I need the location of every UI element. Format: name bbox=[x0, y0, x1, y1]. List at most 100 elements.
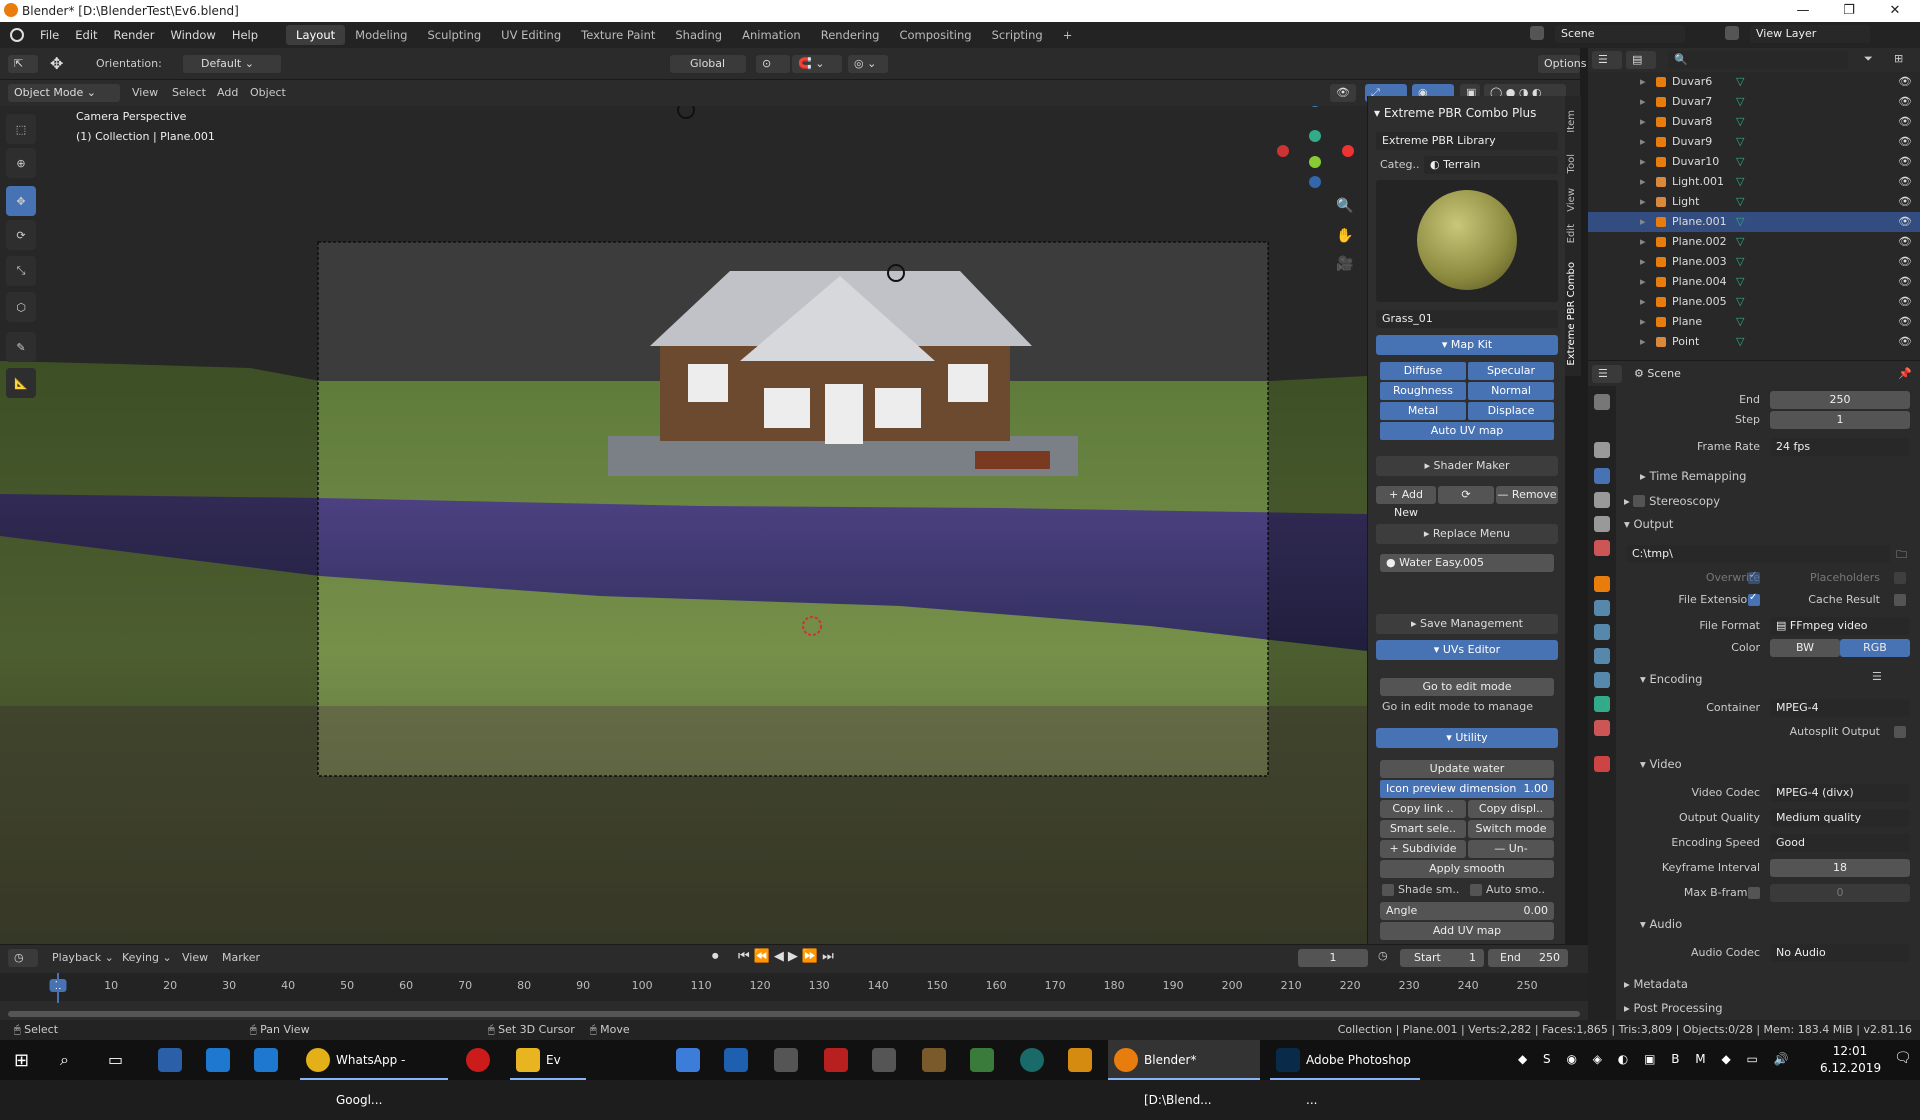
search-icon[interactable]: ⌕ bbox=[60, 1050, 69, 1070]
current-frame-field[interactable]: 1 bbox=[1298, 949, 1368, 967]
pin-icon[interactable]: 📌 bbox=[1898, 367, 1912, 380]
encoding-speed-dropdown[interactable]: Good bbox=[1770, 834, 1910, 852]
category-dropdown[interactable]: ◐ Terrain bbox=[1424, 156, 1558, 174]
taskbar-blender[interactable]: Blender* [D:\Blend... bbox=[1108, 1040, 1260, 1107]
system-tray-icons[interactable]: ◆ S ◉ ◈ ◐ ▣ B M ◆ ▭ 🔊 bbox=[1518, 1052, 1795, 1066]
physics-tab-icon[interactable] bbox=[1594, 648, 1610, 664]
max-bframes-field[interactable]: 0 bbox=[1770, 884, 1910, 902]
options-dropdown[interactable]: Options bbox=[1538, 55, 1586, 73]
audio-panel[interactable]: ▾ Audio bbox=[1640, 917, 1682, 931]
remove-button[interactable]: — Remove bbox=[1496, 486, 1558, 504]
tab-layout[interactable]: Layout bbox=[286, 25, 346, 45]
mail-icon[interactable] bbox=[774, 1048, 798, 1072]
auto-keying-clock-icon[interactable]: ◷ bbox=[1378, 949, 1388, 962]
autosplit-checkbox[interactable] bbox=[1894, 726, 1906, 738]
expand-arrow-icon[interactable]: ▸ bbox=[1640, 132, 1646, 152]
modifier-tab-icon[interactable] bbox=[1594, 600, 1610, 616]
outliner-row[interactable]: ▸ Light.001 ▽ 👁 bbox=[1588, 172, 1920, 192]
opera-icon[interactable] bbox=[466, 1048, 490, 1072]
container-dropdown[interactable]: MPEG-4 bbox=[1770, 699, 1910, 717]
metadata-panel[interactable]: ▸ Metadata bbox=[1624, 977, 1688, 991]
snap-toggle[interactable]: 🧲 ⌄ bbox=[792, 55, 842, 73]
select-box-icon[interactable]: ⬚ bbox=[6, 114, 36, 144]
tab-tool[interactable]: Tool bbox=[1566, 154, 1580, 173]
app-icon-4[interactable] bbox=[970, 1048, 994, 1072]
shader-maker-header[interactable]: ▸ Shader Maker bbox=[1376, 456, 1558, 476]
outliner-row[interactable]: ▸ Plane.004 ▽ 👁 bbox=[1588, 272, 1920, 292]
filter-view-icon[interactable]: ▤ bbox=[1626, 51, 1656, 69]
output-quality-dropdown[interactable]: Medium quality bbox=[1770, 809, 1910, 827]
tab-modeling[interactable]: Modeling bbox=[345, 25, 417, 45]
visibility-eye-icon[interactable]: 👁 bbox=[1898, 332, 1912, 352]
pan-hand-icon[interactable]: ✋ bbox=[1336, 228, 1353, 244]
uvs-editor-header[interactable]: ▾ UVs Editor bbox=[1376, 640, 1558, 660]
tab-item[interactable]: Item bbox=[1566, 110, 1580, 133]
tool-selector-icon[interactable]: ⇱ bbox=[8, 55, 38, 73]
stereoscopy-checkbox[interactable] bbox=[1633, 495, 1646, 507]
visibility-eye-icon[interactable]: 👁 bbox=[1898, 112, 1912, 132]
filter-icon[interactable]: ⏷ bbox=[1864, 52, 1873, 66]
expand-arrow-icon[interactable]: ▸ bbox=[1640, 212, 1646, 232]
utility-header[interactable]: ▾ Utility bbox=[1376, 728, 1558, 748]
material-name-field[interactable]: Grass_01 bbox=[1376, 310, 1558, 328]
timeline-menu-marker[interactable]: Marker bbox=[222, 951, 260, 964]
keyframe-interval-field[interactable]: 18 bbox=[1770, 859, 1910, 877]
blender-menu-icon[interactable] bbox=[10, 28, 24, 42]
tab-edit[interactable]: Edit bbox=[1566, 224, 1580, 243]
water-material-slot[interactable]: ● Water Easy.005 bbox=[1380, 554, 1554, 572]
save-management-header[interactable]: ▸ Save Management bbox=[1376, 614, 1558, 634]
shade-smooth-checkbox[interactable] bbox=[1382, 884, 1394, 896]
visibility-eye-icon[interactable]: 👁 bbox=[1898, 172, 1912, 192]
switch-mode-button[interactable]: Switch mode bbox=[1468, 820, 1554, 838]
expand-arrow-icon[interactable]: ▸ bbox=[1640, 252, 1646, 272]
apply-smooth-button[interactable]: Apply smooth bbox=[1380, 860, 1554, 878]
auto-uv-map-button[interactable]: Auto UV map bbox=[1380, 422, 1554, 440]
app-icon-3[interactable] bbox=[922, 1048, 946, 1072]
visibility-eye-icon[interactable]: 👁 bbox=[1898, 72, 1912, 92]
pivot-point-button[interactable]: ⊙ bbox=[756, 55, 790, 73]
panel-header[interactable]: ▾ Extreme PBR Combo Plus bbox=[1374, 106, 1536, 120]
visibility-eye-icon[interactable]: 👁 bbox=[1898, 92, 1912, 112]
expand-arrow-icon[interactable]: ▸ bbox=[1640, 312, 1646, 332]
annotate-tool-icon[interactable]: ✎ bbox=[6, 332, 36, 362]
outliner-row[interactable]: ▸ Duvar6 ▽ 👁 bbox=[1588, 72, 1920, 92]
add-uv-map-button[interactable]: Add UV map bbox=[1380, 922, 1554, 940]
tab-scripting[interactable]: Scripting bbox=[982, 25, 1053, 45]
outliner-row[interactable]: ▸ Plane.003 ▽ 👁 bbox=[1588, 252, 1920, 272]
menu-window[interactable]: Window bbox=[162, 28, 223, 42]
outliner-row[interactable]: ▸ Plane.001 ▽ 👁 bbox=[1588, 212, 1920, 232]
viewport-menu-view[interactable]: View bbox=[132, 86, 158, 99]
time-remapping-panel[interactable]: ▸ Time Remapping bbox=[1640, 469, 1746, 483]
camera-view-icon[interactable]: 🎥 bbox=[1336, 256, 1353, 272]
map-specular-button[interactable]: Specular bbox=[1468, 362, 1554, 380]
scene-tab-icon[interactable] bbox=[1594, 516, 1610, 532]
tab-shading[interactable]: Shading bbox=[665, 25, 732, 45]
close-button[interactable]: ✕ bbox=[1872, 0, 1918, 22]
calculator-icon[interactable] bbox=[872, 1048, 896, 1072]
color-bw-button[interactable]: BW bbox=[1770, 639, 1840, 657]
map-metal-button[interactable]: Metal bbox=[1380, 402, 1466, 420]
icon-preview-slider[interactable]: Icon preview dimension 1.00 bbox=[1380, 780, 1554, 798]
expand-arrow-icon[interactable]: ▸ bbox=[1640, 232, 1646, 252]
transform-tool-icon[interactable]: ⬡ bbox=[6, 292, 36, 322]
max-bframes-checkbox[interactable] bbox=[1748, 887, 1760, 899]
expand-arrow-icon[interactable]: ▸ bbox=[1640, 172, 1646, 192]
map-diffuse-button[interactable]: Diffuse bbox=[1380, 362, 1466, 380]
object-tab-icon[interactable] bbox=[1594, 576, 1610, 592]
output-panel[interactable]: ▾ Output bbox=[1624, 517, 1673, 531]
refresh-icon[interactable]: ⟳ bbox=[1438, 486, 1494, 504]
expand-arrow-icon[interactable]: ▸ bbox=[1640, 72, 1646, 92]
outliner-row[interactable]: ▸ Point ▽ 👁 bbox=[1588, 332, 1920, 352]
menu-file[interactable]: File bbox=[32, 28, 67, 42]
windows-start-icon[interactable]: ⊞ bbox=[14, 1050, 29, 1071]
tab-extreme-pbr[interactable]: Extreme PBR Combo bbox=[1566, 262, 1580, 366]
visibility-eye-icon[interactable]: 👁 bbox=[1898, 132, 1912, 152]
visibility-eye-icon[interactable]: 👁 bbox=[1898, 252, 1912, 272]
visibility-eye-icon[interactable]: 👁 bbox=[1898, 152, 1912, 172]
outliner-search-input[interactable]: 🔍 bbox=[1668, 51, 1848, 69]
outliner-row[interactable]: ▸ Duvar7 ▽ 👁 bbox=[1588, 92, 1920, 112]
map-displace-button[interactable]: Displace bbox=[1468, 402, 1554, 420]
video-codec-dropdown[interactable]: MPEG-4 (divx) bbox=[1770, 784, 1910, 802]
tab-uv-editing[interactable]: UV Editing bbox=[491, 25, 571, 45]
zoom-icon[interactable]: 🔍 bbox=[1336, 198, 1353, 214]
